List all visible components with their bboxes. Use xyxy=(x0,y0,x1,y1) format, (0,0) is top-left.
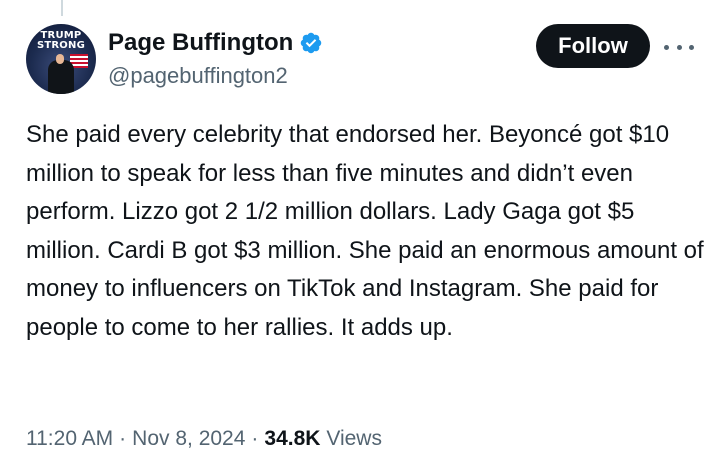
more-dot xyxy=(664,44,669,50)
more-dot xyxy=(676,44,682,50)
meta-separator: · xyxy=(119,427,127,450)
avatar-badge-text: TRUMP STRONG xyxy=(26,31,96,51)
tweet-card: TRUMP STRONG Page Buffington @pagebuffin… xyxy=(0,0,720,476)
tweet-time[interactable]: 11:20 AM xyxy=(26,427,113,450)
views-count: 34.8K xyxy=(264,427,321,450)
avatar-figure xyxy=(48,60,74,94)
meta-separator: · xyxy=(251,427,259,450)
avatar-text-line2: STRONG xyxy=(36,40,85,51)
avatar[interactable]: TRUMP STRONG xyxy=(26,24,96,94)
more-options-icon[interactable] xyxy=(664,32,694,62)
author-handle[interactable]: @pagebuffington2 xyxy=(108,62,288,90)
avatar-raised-fist xyxy=(56,54,64,64)
tweet-text: She paid every celebrity that endorsed h… xyxy=(26,121,704,341)
thread-connector-line xyxy=(61,0,63,16)
tweet-meta: 11:20 AM · Nov 8, 2024 · 34.8K Views xyxy=(26,424,382,454)
author-name-row: Page Buffington xyxy=(108,28,323,58)
views-label: Views xyxy=(326,427,382,450)
follow-button[interactable]: Follow xyxy=(536,24,650,68)
author-display-name[interactable]: Page Buffington xyxy=(108,28,293,58)
more-dot xyxy=(689,44,694,50)
verified-badge-icon xyxy=(301,32,322,54)
tweet-date[interactable]: Nov 8, 2024 xyxy=(132,427,245,450)
